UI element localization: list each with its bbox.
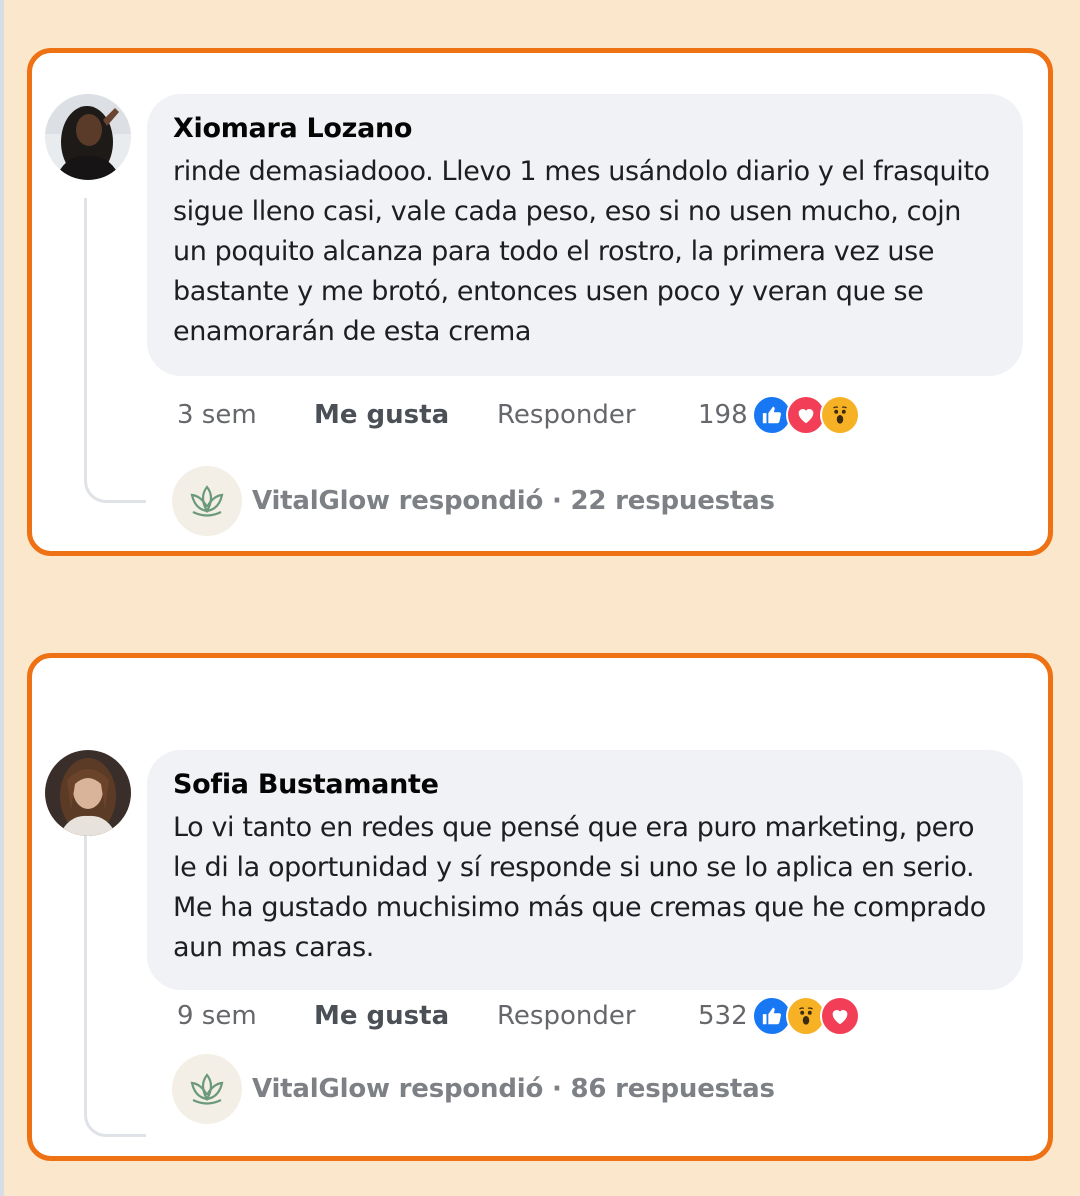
reaction-count[interactable]: 532 bbox=[698, 1001, 748, 1031]
comment-time[interactable]: 9 sem bbox=[177, 1001, 314, 1031]
comment-time[interactable]: 3 sem bbox=[177, 400, 314, 430]
lotus-logo-icon bbox=[190, 485, 224, 517]
comment-actions: 3 sem Me gusta Responder 198 bbox=[177, 395, 860, 435]
comment-text: Lo vi tanto en redes que pensé que era p… bbox=[173, 812, 986, 963]
replies-summary[interactable]: VitalGlow respondió · 22 respuestas bbox=[252, 486, 775, 516]
comment-actions: 9 sem Me gusta Responder 532 bbox=[177, 996, 860, 1036]
thread-connector bbox=[84, 835, 146, 1137]
avatar-photo bbox=[45, 94, 131, 180]
page-left-edge bbox=[0, 0, 4, 1196]
comment-text: rinde demasiadooo. Llevo 1 mes usándolo … bbox=[173, 156, 990, 347]
avatar[interactable] bbox=[45, 94, 131, 180]
reaction-icons[interactable] bbox=[751, 996, 860, 1036]
brand-avatar bbox=[172, 466, 242, 536]
reaction-icons[interactable] bbox=[751, 395, 860, 435]
comment-bubble: Sofia Bustamante Lo vi tanto en redes qu… bbox=[147, 750, 1023, 990]
comment-bubble: Xiomara Lozano rinde demasiadooo. Llevo … bbox=[147, 94, 1023, 376]
comment-author[interactable]: Xiomara Lozano bbox=[173, 112, 999, 146]
replies-link[interactable]: VitalGlow respondió · 86 respuestas bbox=[172, 1053, 775, 1125]
comment-author[interactable]: Sofia Bustamante bbox=[173, 768, 999, 802]
love-icon bbox=[819, 996, 860, 1036]
lotus-logo-icon bbox=[190, 1073, 224, 1105]
reaction-count[interactable]: 198 bbox=[698, 400, 748, 430]
replies-link[interactable]: VitalGlow respondió · 22 respuestas bbox=[172, 465, 775, 537]
comment-card: Sofia Bustamante Lo vi tanto en redes qu… bbox=[27, 653, 1053, 1161]
reply-button[interactable]: Responder bbox=[497, 1001, 698, 1031]
replies-summary[interactable]: VitalGlow respondió · 86 respuestas bbox=[252, 1074, 775, 1104]
brand-avatar bbox=[172, 1054, 242, 1124]
wow-icon bbox=[819, 395, 860, 435]
avatar[interactable] bbox=[45, 750, 131, 836]
thread-connector bbox=[84, 198, 146, 503]
comment-card: Xiomara Lozano rinde demasiadooo. Llevo … bbox=[27, 48, 1053, 556]
avatar-photo bbox=[45, 750, 131, 836]
reply-button[interactable]: Responder bbox=[497, 400, 698, 430]
like-button[interactable]: Me gusta bbox=[314, 400, 497, 430]
like-button[interactable]: Me gusta bbox=[314, 1001, 497, 1031]
